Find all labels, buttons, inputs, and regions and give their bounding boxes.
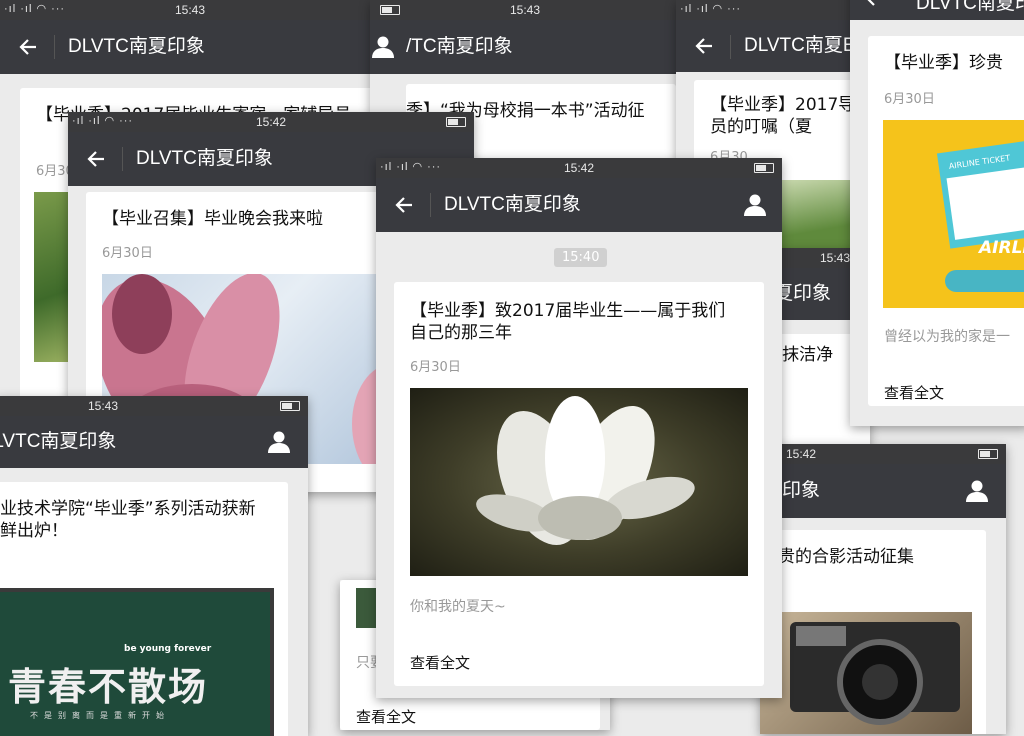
user-profile-icon[interactable] <box>264 416 294 468</box>
article-cover-image: be young forever 青春不散场 不是别离而是重新开始 <box>0 588 274 736</box>
ticket-word: AIRLI <box>979 238 1024 258</box>
screen-main: ·ıl ·ıl ◠ ··· 15:42 DLVTC南夏印象 15:40 【毕业季… <box>376 158 782 698</box>
read-more-link[interactable]: 查看全文 <box>884 382 944 403</box>
back-arrow-icon[interactable] <box>386 178 422 232</box>
article-cover-image <box>760 612 972 734</box>
article-cover-image: AIRLINE TICKET AIRLI <box>883 120 1024 308</box>
signal-icon: ·ıl ·ıl ◠ ··· <box>380 161 442 173</box>
nav-divider <box>730 35 731 59</box>
status-bar: ·ıl ·ıl ◠ ··· 15:42 <box>68 112 474 132</box>
read-more-link[interactable]: 查看全文 <box>356 706 416 727</box>
back-arrow-icon[interactable] <box>856 0 892 20</box>
nav-bar: /LVTC南夏印象 <box>0 416 308 468</box>
message-timestamp: 15:40 <box>554 248 608 267</box>
status-time: 15:42 <box>563 161 595 175</box>
nav-bar: /TC南夏印象 <box>370 20 680 74</box>
back-arrow-icon[interactable] <box>10 20 46 74</box>
account-title: DLVTC南夏E <box>744 35 856 56</box>
ticket-graphic: AIRLINE TICKET <box>936 135 1024 249</box>
screen-bottom-left: 15:43 /LVTC南夏印象 业技术学院“毕业季”系列活动获新鲜出炉！ be … <box>0 396 308 736</box>
ticket-label: AIRLINE TICKET <box>948 153 1011 171</box>
nav-divider <box>122 147 123 171</box>
signal-icon: ·ıl ·ıl ◠ ··· <box>4 3 66 15</box>
account-title: /TC南夏印象 <box>406 36 513 57</box>
signal-icon: ·ıl ·ıl ◠ ··· <box>680 3 742 15</box>
plane-icon <box>945 270 1024 292</box>
article-title: 【毕业季】致2017届毕业生——属于我们自己的那三年 <box>410 301 726 343</box>
nav-bar: DLVTC南夏印象 <box>0 20 380 74</box>
status-bar: ·ıl ·ıl ◠ ··· 15:43 <box>0 0 380 20</box>
nav-bar: DLVTC南夏E <box>676 20 876 72</box>
status-time: 15:43 <box>820 251 851 265</box>
camera-photo <box>790 622 960 725</box>
account-title: 印象 <box>782 480 821 501</box>
account-title: DLVTC南夏印象 <box>136 148 273 169</box>
battery-icon <box>280 401 300 411</box>
article-cover-image <box>410 388 748 576</box>
status-time: 15:43 <box>88 399 119 413</box>
article-summary: 曾经以为我的家是一 <box>884 329 1010 345</box>
article-date: 6月30日 <box>102 246 153 261</box>
nav-divider <box>54 35 55 59</box>
user-profile-icon[interactable] <box>740 178 770 232</box>
article-card[interactable]: 业技术学院“毕业季”系列活动获新鲜出炉！ be young forever 青春… <box>0 482 288 736</box>
account-title: DLVTC南夏印象 <box>444 194 581 215</box>
article-title: -抹洁净 <box>776 345 834 365</box>
article-card[interactable]: 【毕业季】致2017届毕业生——属于我们自己的那三年 6月30日 你和我的夏天~… <box>394 282 764 686</box>
signal-icon: ·ıl ·ıl ◠ ··· <box>72 115 134 127</box>
back-arrow-icon[interactable] <box>78 132 114 186</box>
white-magnolia-photo <box>476 396 695 546</box>
article-title: 【毕业季】珍贵 <box>884 53 1003 73</box>
article-title: 【毕业召集】毕业晚会我来啦 <box>102 209 323 229</box>
board-big-text: 青春不散场 <box>8 665 209 709</box>
nav-divider <box>430 193 431 217</box>
status-time: 15:42 <box>786 447 817 461</box>
ticket-paper <box>946 161 1024 240</box>
status-bar: 15:42 <box>760 444 1006 464</box>
nav-bar: DLVTC南夏印 <box>850 0 1024 20</box>
screen-bottom-right: 15:42 印象 贵的合影活动征集 <box>760 444 1006 734</box>
user-profile-icon[interactable] <box>370 20 398 74</box>
article-card[interactable]: 【毕业季】珍贵 6月30日 AIRLINE TICKET AIRLI 曾经以为我… <box>868 36 1024 406</box>
battery-icon <box>446 117 466 127</box>
battery-icon <box>380 5 400 15</box>
battery-icon <box>754 163 774 173</box>
board-small-text: be young forever <box>124 644 212 654</box>
back-arrow-icon[interactable] <box>686 20 722 72</box>
battery-icon <box>978 449 998 459</box>
nav-bar: DLVTC南夏印象 <box>376 178 782 232</box>
read-more-link[interactable]: 查看全文 <box>410 652 470 673</box>
account-title: DLVTC南夏印 <box>916 0 1024 14</box>
account-title: DLVTC南夏印象 <box>68 36 205 57</box>
user-profile-icon[interactable] <box>962 464 992 518</box>
article-date: 6月30日 <box>410 360 461 375</box>
status-time: 15:43 <box>510 3 541 17</box>
status-bar: 15:43 <box>0 396 308 416</box>
board-line-text: 不是别离而是重新开始 <box>30 711 170 720</box>
status-time: 15:42 <box>255 115 287 129</box>
nav-bar: 印象 <box>760 464 1006 518</box>
article-title: 业技术学院“毕业季”系列活动获新鲜出炉！ <box>0 499 256 541</box>
status-bar: ·ıl ·ıl ◠ ··· 15:42 <box>376 158 782 178</box>
article-card[interactable]: 贵的合影活动征集 <box>760 530 986 734</box>
article-date: 6月30日 <box>884 92 935 107</box>
screen-far-right: DLVTC南夏印 【毕业季】珍贵 6月30日 AIRLINE TICKET AI… <box>850 0 1024 426</box>
status-time: 15:43 <box>174 3 206 17</box>
status-bar: 15:43 <box>370 0 680 20</box>
status-bar: ·ıl ·ıl ◠ ··· <box>676 0 876 20</box>
article-summary: 你和我的夏天~ <box>410 599 506 615</box>
article-title: 【毕业季】2017导员的叮嘱（夏 <box>710 95 856 137</box>
account-title: /LVTC南夏印象 <box>0 431 117 452</box>
account-title: 夏印象 <box>774 283 832 304</box>
article-title: 贵的合影活动征集 <box>778 547 914 567</box>
